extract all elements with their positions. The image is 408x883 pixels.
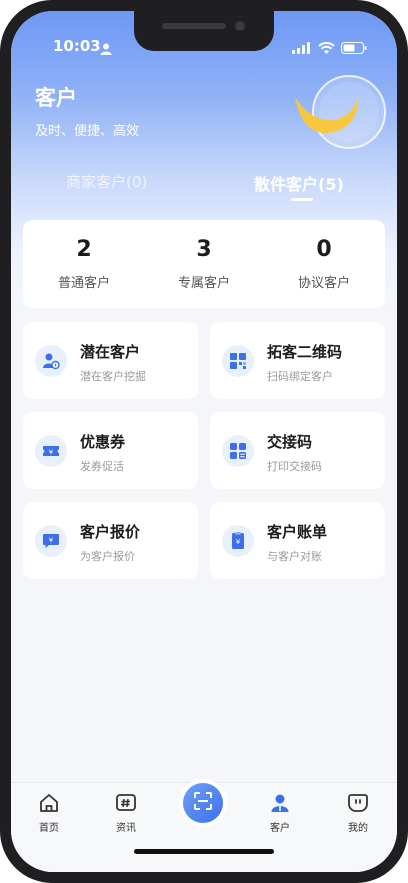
speaker (162, 23, 226, 29)
page-title: 客户 (35, 86, 77, 110)
status-indicators (292, 39, 367, 58)
home-indicator (134, 849, 274, 854)
scan-icon (193, 791, 213, 815)
bottom-navigation: 首页 资讯 客户 我的 (11, 782, 397, 872)
stat-agreement-customers[interactable]: 0 协议客户 (264, 220, 384, 291)
handover-code-icon (222, 435, 254, 467)
card-title: 拓客二维码 (267, 343, 343, 361)
customer-icon (268, 791, 292, 815)
nav-item-customers[interactable]: 客户 (250, 791, 310, 834)
svg-text:¥: ¥ (49, 537, 54, 545)
card-customer-quote[interactable]: ¥ 客户报价 为客户报价 (23, 502, 198, 579)
svg-text:¥: ¥ (49, 448, 54, 456)
nav-label: 首页 (39, 823, 59, 834)
camera (235, 21, 245, 31)
stat-regular-customers[interactable]: 2 普通客户 (24, 220, 144, 291)
nav-label: 我的 (348, 823, 368, 834)
stat-exclusive-customers[interactable]: 3 专属客户 (144, 220, 264, 291)
home-icon (37, 791, 61, 815)
nav-item-home[interactable]: 首页 (19, 791, 79, 834)
card-subtitle: 与客户对账 (267, 550, 322, 563)
card-subtitle: 发券促活 (80, 460, 124, 473)
card-title: 潜在客户 (80, 343, 141, 361)
cellular-signal-icon (292, 39, 312, 58)
bill-icon: ¥ (222, 525, 254, 557)
screen: 10:03 客户 及时、便捷、高效 商家客户(0) 散件客户(5) 2 普通客户… (11, 11, 397, 872)
scan-button[interactable] (183, 783, 223, 823)
card-title: 优惠券 (80, 433, 126, 451)
card-coupons[interactable]: ¥ 优惠券 发券促活 (23, 412, 198, 489)
card-title: 客户报价 (80, 523, 141, 541)
stat-label: 协议客户 (297, 276, 350, 291)
status-user-icon (100, 40, 112, 59)
tab-merchant-customers[interactable]: 商家客户(0) (66, 171, 147, 192)
qr-code-icon (222, 345, 254, 377)
page-subtitle: 及时、便捷、高效 (35, 124, 140, 139)
status-time: 10:03 (53, 37, 101, 55)
card-handover-code[interactable]: 交接码 打印交接码 (210, 412, 385, 489)
quote-icon: ¥ (35, 525, 67, 557)
card-title: 交接码 (267, 433, 313, 451)
card-subtitle: 为客户报价 (80, 550, 135, 563)
battery-icon (341, 39, 367, 58)
nav-label: 客户 (270, 823, 290, 834)
svg-text:¥: ¥ (236, 538, 241, 546)
header-decoration-icon (281, 71, 391, 155)
nav-item-profile[interactable]: 我的 (328, 791, 388, 834)
phone-frame: 10:03 客户 及时、便捷、高效 商家客户(0) 散件客户(5) 2 普通客户… (0, 0, 408, 883)
stat-label: 专属客户 (177, 276, 230, 291)
stat-value: 3 (196, 237, 212, 262)
card-subtitle: 扫码绑定客户 (267, 370, 333, 383)
stat-value: 0 (316, 237, 332, 262)
nav-label: 资讯 (116, 823, 136, 834)
user-search-icon (35, 345, 67, 377)
stat-label: 普通客户 (57, 276, 110, 291)
coupon-icon: ¥ (35, 435, 67, 467)
active-tab-indicator (291, 198, 313, 201)
stat-value: 2 (76, 237, 92, 262)
nav-item-news[interactable]: 资讯 (96, 791, 156, 834)
profile-icon (346, 791, 370, 815)
customer-stats-card: 2 普通客户 3 专属客户 0 协议客户 (23, 220, 385, 308)
tab-retail-customers[interactable]: 散件客户(5) (254, 171, 344, 195)
card-potential-customers[interactable]: 潜在客户 潜在客户挖掘 (23, 322, 198, 399)
card-title: 客户账单 (267, 523, 328, 541)
card-customer-bill[interactable]: ¥ 客户账单 与客户对账 (210, 502, 385, 579)
notch (134, 11, 274, 51)
card-subtitle: 潜在客户挖掘 (80, 370, 146, 383)
card-subtitle: 打印交接码 (267, 460, 322, 473)
news-icon (114, 791, 138, 815)
card-acquisition-qr-code[interactable]: 拓客二维码 扫码绑定客户 (210, 322, 385, 399)
wifi-icon (318, 39, 335, 58)
